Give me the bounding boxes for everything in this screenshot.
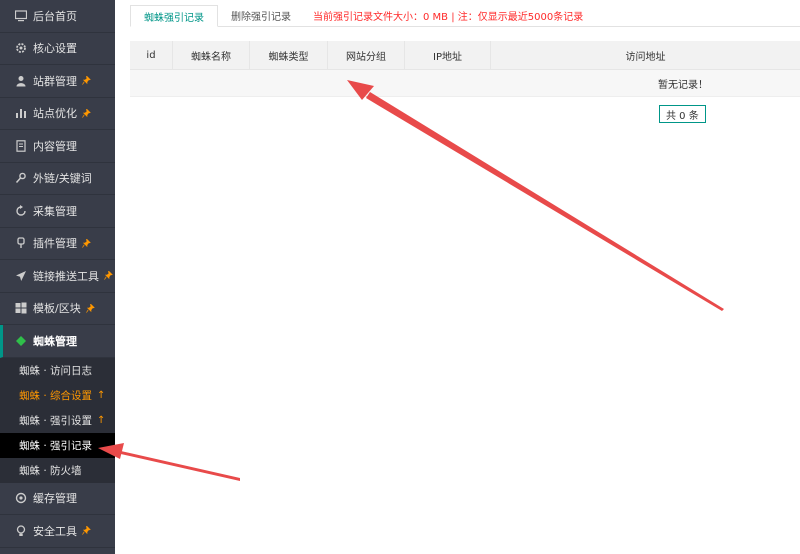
sidebar-item-core-settings[interactable]: 核心设置 <box>0 33 115 65</box>
sidebar-item-label: 站群管理 <box>33 74 77 88</box>
sidebar-item-label: 链接推送工具 <box>33 269 99 283</box>
column-header-id: id <box>130 41 173 69</box>
table-header: id 蜘蛛名称 蜘蛛类型 网站分组 IP地址 访问地址 <box>130 41 800 70</box>
sidebar-item-label: 模板/区块 <box>33 302 81 316</box>
submenu-item-firewall[interactable]: 蜘蛛 · 防火墙 <box>0 458 115 483</box>
tab-delete-records[interactable]: 删除强引记录 <box>218 5 304 26</box>
bulb-icon <box>14 524 27 537</box>
sidebar-item-spider[interactable]: 蜘蛛管理 <box>0 325 115 358</box>
sidebar-item-label: 采集管理 <box>33 204 77 218</box>
pin-icon <box>82 108 91 118</box>
sidebar-item-label: 蜘蛛管理 <box>33 334 77 348</box>
sidebar-item-security[interactable]: 安全工具 <box>0 515 115 548</box>
pin-icon <box>82 238 91 248</box>
arrow-up-icon: ↑ <box>97 389 106 401</box>
sidebar-item-label: 外链/关键词 <box>33 172 92 186</box>
submenu-item-label: 蜘蛛 · 防火墙 <box>19 464 82 477</box>
sidebar-item-link-push[interactable]: 链接推送工具 <box>0 260 115 293</box>
file-size-note: 当前强引记录文件大小：0 MB | 注：仅显示最近5000条记录 <box>313 12 584 23</box>
sidebar-item-site-group[interactable]: 站群管理 <box>0 65 115 98</box>
document-icon <box>14 139 27 152</box>
pagination-count: 共 0 条 <box>659 105 706 123</box>
send-icon <box>14 269 27 282</box>
sidebar-item-content[interactable]: 内容管理 <box>0 130 115 163</box>
column-header-ip: IP地址 <box>405 41 491 69</box>
spider-submenu: 蜘蛛 · 访问日志 蜘蛛 · 综合设置 ↑ 蜘蛛 · 强引设置 ↑ 蜘蛛 · 强… <box>0 357 115 483</box>
sidebar-item-cache[interactable]: 缓存管理 <box>0 483 115 515</box>
sidebar-item-label: 插件管理 <box>33 237 77 251</box>
submenu-item-force-records[interactable]: 蜘蛛 · 强引记录 <box>0 432 115 458</box>
refresh-icon <box>14 204 27 217</box>
submenu-item-label: 蜘蛛 · 强引记录 <box>19 439 93 452</box>
submenu-item-label: 蜘蛛 · 强引设置 <box>19 414 93 427</box>
column-header-site-group: 网站分组 <box>328 41 405 69</box>
sidebar-item-links-keywords[interactable]: 外链/关键词 <box>0 163 115 195</box>
sidebar-item-templates[interactable]: 模板/区块 <box>0 293 115 325</box>
windows-icon <box>14 302 27 315</box>
sidebar-item-collect[interactable]: 采集管理 <box>0 195 115 228</box>
key-icon <box>14 172 27 185</box>
tab-bar: 蜘蛛强引记录 删除强引记录 当前强引记录文件大小：0 MB | 注：仅显示最近5… <box>130 5 800 27</box>
spider-icon <box>14 334 27 347</box>
column-header-spider-name: 蜘蛛名称 <box>173 41 250 69</box>
pin-icon <box>82 526 91 535</box>
sidebar-item-label: 内容管理 <box>33 139 77 153</box>
arrow-up-icon: ↑ <box>97 414 106 426</box>
sidebar-item-plugins[interactable]: 插件管理 <box>0 228 115 260</box>
sidebar-item-label: 核心设置 <box>33 42 77 56</box>
gear-icon <box>14 42 27 55</box>
sidebar-item-label: 站点优化 <box>33 107 77 121</box>
pin-icon <box>104 271 113 280</box>
sidebar: 后台首页 核心设置 站群管理 站点优化 内容管理 外链/关键词 采集管理 插件管… <box>0 0 115 554</box>
cache-icon <box>14 492 27 505</box>
user-icon <box>14 74 27 87</box>
submenu-item-force-settings[interactable]: 蜘蛛 · 强引设置 ↑ <box>0 408 115 433</box>
monitor-icon <box>14 9 27 22</box>
bar-chart-icon <box>14 107 27 120</box>
sidebar-item-label: 缓存管理 <box>33 492 77 506</box>
submenu-item-general-settings[interactable]: 蜘蛛 · 综合设置 ↑ <box>0 383 115 408</box>
column-header-url: 访问地址 <box>625 51 666 63</box>
submenu-item-label: 蜘蛛 · 综合设置 <box>19 389 93 402</box>
records-table: id 蜘蛛名称 蜘蛛类型 网站分组 IP地址 访问地址 暂无记录！ <box>130 41 800 97</box>
main-content: 蜘蛛强引记录 删除强引记录 当前强引记录文件大小：0 MB | 注：仅显示最近5… <box>115 0 800 554</box>
sidebar-item-label: 安全工具 <box>33 524 77 538</box>
sidebar-item-site-optimize[interactable]: 站点优化 <box>0 98 115 130</box>
column-header-spider-type: 蜘蛛类型 <box>250 41 328 69</box>
empty-state-row: 暂无记录！ <box>130 70 800 97</box>
pin-icon <box>82 76 91 85</box>
submenu-item-access-log[interactable]: 蜘蛛 · 访问日志 <box>0 358 115 383</box>
sidebar-item-home[interactable]: 后台首页 <box>0 0 115 33</box>
sidebar-item-label: 后台首页 <box>33 9 77 23</box>
tab-force-records[interactable]: 蜘蛛强引记录 <box>130 5 218 27</box>
submenu-item-label: 蜘蛛 · 访问日志 <box>19 364 93 377</box>
plugin-icon <box>14 237 27 250</box>
pin-icon <box>85 303 95 313</box>
